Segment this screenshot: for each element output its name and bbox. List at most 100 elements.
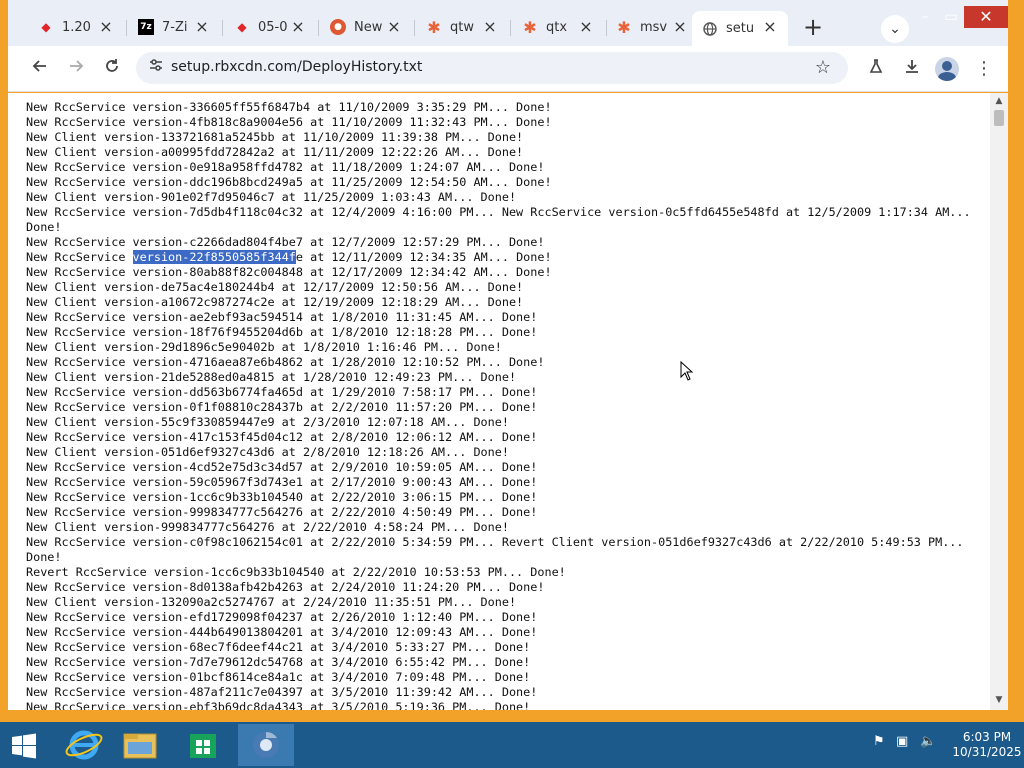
text-line: New RccService version-4716aea87e6b4862 … [26, 355, 545, 369]
tab-close-icon[interactable]: × [288, 17, 308, 37]
text-line: New RccService version-7d7e79612dc54768 … [26, 655, 531, 669]
deploy-history-text[interactable]: New RccService version-336605ff55f6847b4… [26, 100, 986, 710]
clock-time: 6:03 PM [962, 730, 1012, 744]
tab-setup-active[interactable]: setu × [692, 11, 788, 46]
orange-gear-icon: ✱ [617, 17, 631, 37]
labs-flask-icon[interactable] [862, 55, 890, 83]
text-line: New Client version-901e02f7d95046c7 at 1… [26, 190, 517, 204]
browser-icon[interactable] [238, 724, 294, 766]
text-line: New RccService version-ebf3b69dc8da4343 … [26, 700, 531, 710]
scroll-down-arrow-icon[interactable]: ▼ [994, 695, 1004, 705]
network-icon[interactable]: ▣ [896, 734, 908, 749]
scroll-up-arrow-icon[interactable]: ▲ [994, 96, 1004, 106]
close-window-button[interactable]: ✕ [964, 6, 1008, 28]
text-line: New RccService version-ae2ebf93ac594514 … [26, 310, 538, 324]
text-line: Revert RccService version-1cc6c9b33b1045… [26, 565, 566, 579]
volume-muted-icon[interactable]: 🔈 [920, 734, 936, 749]
forward-arrow-icon [70, 60, 84, 72]
flag-icon[interactable]: ⚑ [873, 734, 885, 749]
tab-close-icon[interactable]: × [96, 17, 116, 37]
text-line: New RccService version-18f76f9455204d6b … [26, 325, 538, 339]
text-line: New RccService version-444b649013804201 … [26, 625, 538, 639]
back-arrow-icon [32, 60, 46, 72]
mouse-cursor-icon [680, 361, 694, 381]
duckduckgo-icon: ● [330, 19, 346, 35]
page-content: New RccService version-336605ff55f6847b4… [8, 93, 1008, 710]
orange-gear-icon: ✱ [427, 17, 441, 37]
internet-explorer-icon[interactable] [56, 724, 112, 766]
store-icon[interactable] [176, 724, 232, 766]
taskbar: ⚑ ▣ 🔈 6:03 PM 10/31/2025 [0, 722, 1024, 768]
tab-msv[interactable]: ✱ msv × [606, 11, 698, 43]
site-info-icon[interactable] [146, 58, 166, 78]
tab-separator [510, 20, 511, 36]
tab-search-button[interactable]: ⌄ [881, 15, 909, 43]
text-line: New RccService version-dd563b6774fa465d … [26, 385, 538, 399]
tab-label: 1.20 [62, 19, 91, 35]
text-line: New RccService version-4fb818c8a9004e56 … [26, 115, 552, 129]
text-line: New Client version-133721681a5245bb at 1… [26, 130, 524, 144]
text-line: New RccService version-487af211c7e04397 … [26, 685, 538, 699]
orange-gear-icon: ✱ [523, 17, 537, 37]
text-line: New Client version-a00995fdd72842a2 at 1… [26, 145, 524, 159]
tab-qtw[interactable]: ✱ qtw × [416, 11, 508, 43]
text-line: New RccService version-0f1f08810c28437b … [26, 400, 538, 414]
clock-date: 10/31/2025 [952, 745, 1022, 759]
tab-close-icon[interactable]: × [384, 17, 404, 37]
text-line: New Client version-55c9f330859447e9 at 2… [26, 415, 509, 429]
maximize-button[interactable]: ▭ [938, 6, 964, 28]
text-line: New RccService version-ddc196b8bcd249a5 … [26, 175, 552, 189]
tab-7zip[interactable]: 7z 7-Zi × [128, 11, 220, 43]
scrollbar-thumb[interactable] [994, 110, 1004, 126]
system-clock[interactable]: 6:03 PM 10/31/2025 [950, 730, 1024, 760]
text-line: New Client version-132090a2c5274767 at 2… [26, 595, 517, 609]
text-line: New RccService version-417c153f45d04c12 … [26, 430, 538, 444]
text-line: New RccService version-c2266dad804f4be7 … [26, 235, 545, 249]
minimize-button[interactable]: – [912, 6, 938, 28]
text-line: New RccService version-59c05967f3d743e1 … [26, 475, 538, 489]
text-line: New RccService version-68ec7f6deef44c21 … [26, 640, 531, 654]
tab-strip: ◆ 1.20 × 7z 7-Zi × ◆ 05-0 × ● New × ✱ qt… [8, 0, 1008, 46]
profile-avatar[interactable] [935, 57, 959, 81]
text-line: New Client version-21de5288ed0a4815 at 1… [26, 370, 517, 384]
tab-separator [222, 20, 223, 36]
tab-close-icon[interactable]: × [480, 17, 500, 37]
text-line: Done! [26, 220, 62, 234]
text-line: New Client version-de75ac4e180244b4 at 1… [26, 280, 524, 294]
windows-start-icon[interactable] [10, 732, 38, 760]
tab-close-icon[interactable]: × [576, 17, 596, 37]
url-text[interactable]: setup.rbxcdn.com/DeployHistory.txt [171, 59, 422, 75]
new-tab-button[interactable]: + [799, 14, 827, 42]
tab-close-icon[interactable]: × [670, 17, 690, 37]
back-button[interactable] [26, 55, 54, 83]
text-line: New Client version-a10672c987274c2e at 1… [26, 295, 524, 309]
text-line: New RccService version-8d0138afb42b4263 … [26, 580, 545, 594]
text-line: New RccService version-999834777c564276 … [26, 505, 538, 519]
forward-button[interactable] [62, 55, 90, 83]
download-icon[interactable] [898, 55, 926, 83]
browser-toolbar: setup.rbxcdn.com/DeployHistory.txt ☆ ⋮ [8, 46, 1008, 92]
roblox-icon: ◆ [41, 20, 51, 34]
tab-close-icon[interactable]: × [192, 17, 212, 37]
reload-button[interactable] [98, 55, 126, 83]
text-line: New RccService version-336605ff55f6847b4… [26, 100, 552, 114]
tab-roblox-1[interactable]: ◆ 1.20 × [28, 11, 124, 43]
menu-kebab-icon[interactable]: ⋮ [970, 55, 998, 83]
selected-text[interactable]: version-22f8550585f344f [132, 250, 296, 264]
text-line: New Client version-999834777c564276 at 2… [26, 520, 509, 534]
vertical-scrollbar[interactable]: ▲ ▼ [990, 93, 1008, 710]
tab-qtx[interactable]: ✱ qtx × [512, 11, 604, 43]
bookmark-star-icon[interactable]: ☆ [812, 57, 834, 79]
text-line: New RccService version-1cc6c9b33b104540 … [26, 490, 538, 504]
tab-label: setu [726, 21, 755, 36]
file-explorer-icon[interactable] [112, 724, 168, 766]
text-line: Done! [26, 550, 62, 564]
globe-icon [702, 21, 718, 37]
text-line: New Client version-051d6ef9327c43d6 at 2… [26, 445, 509, 459]
tab-duckduckgo[interactable]: ● New × [320, 11, 412, 43]
tab-close-icon[interactable]: × [760, 17, 780, 37]
tab-roblox-2[interactable]: ◆ 05-0 × [224, 11, 316, 43]
text-line: New RccService version-0e918a958ffd4782 … [26, 160, 545, 174]
address-bar[interactable]: setup.rbxcdn.com/DeployHistory.txt ☆ [136, 52, 848, 84]
tab-separator [414, 20, 415, 36]
